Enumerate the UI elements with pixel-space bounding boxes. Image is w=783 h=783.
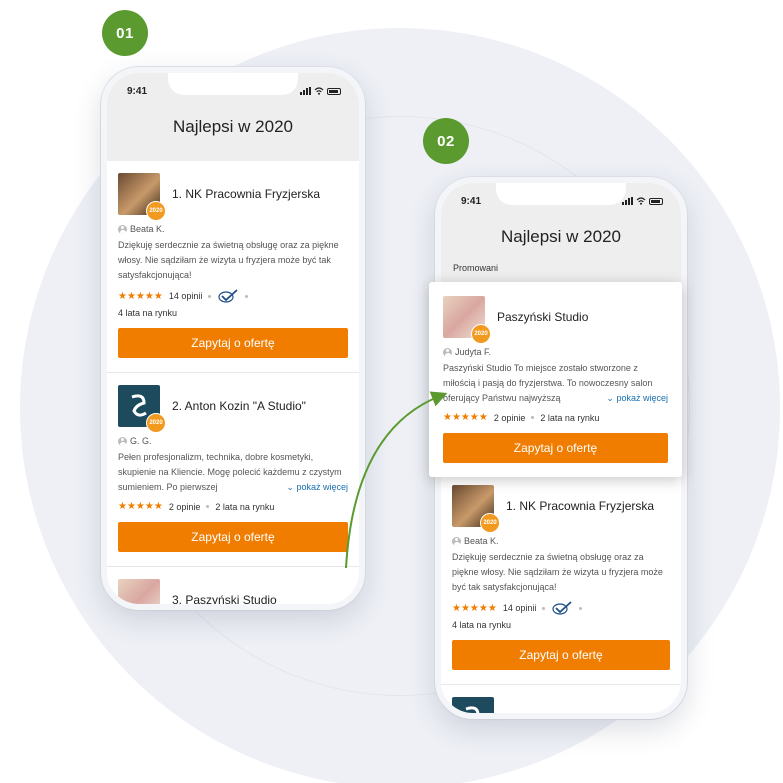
salon-name[interactable]: 2. Anton Kozin "A Studio": [172, 399, 306, 413]
salon-name[interactable]: 2. Anton Kozin "A Studio": [506, 711, 640, 713]
medal-2020-icon: 2020: [146, 413, 166, 433]
salon-name[interactable]: 1. NK Pracownia Fryzjerska: [172, 187, 320, 201]
medal-2020-icon: 2020: [480, 513, 500, 533]
years-on-market: 2 lata na rynku: [540, 412, 600, 423]
signal-icon: [300, 87, 311, 95]
status-icons: [622, 197, 663, 205]
page-title: Najlepsi w 2020: [500, 227, 621, 246]
separator-dot: [245, 294, 249, 298]
status-bar: 9:41: [107, 73, 359, 103]
status-bar: 9:41: [441, 183, 681, 213]
show-more-link[interactable]: ⌄ pokaż więcej: [584, 391, 668, 406]
signal-icon: [622, 197, 633, 205]
salon-name[interactable]: 3. Paszyński Studio: [172, 593, 277, 604]
chevron-down-icon: ⌄: [606, 393, 617, 403]
salon-thumbnail: 2020: [118, 385, 166, 433]
rating-row: ★★★★★ 2 opinie 2 lata na rynku: [118, 501, 348, 512]
wifi-icon: [636, 197, 646, 205]
marketing-illustration: 01 02 9:41 Najlepsi w 2020 2020 1. NK Pr…: [0, 0, 783, 783]
chevron-down-icon: ⌄: [286, 482, 297, 492]
star-icon: ★★★★★: [443, 412, 488, 423]
user-icon: [118, 436, 127, 446]
years-on-market: 2 lata na rynku: [215, 501, 275, 512]
review-author: Beata K.: [118, 224, 348, 234]
review-text: Dziękuję serdecznie za świetną obsługę o…: [118, 240, 339, 280]
medal-2020-icon: 2020: [146, 201, 166, 221]
user-icon: [452, 536, 461, 546]
status-time: 9:41: [461, 195, 482, 207]
status-icons: [300, 87, 341, 95]
phone-left: 9:41 Najlepsi w 2020 2020 1. NK Pracowni…: [101, 67, 365, 610]
rating-row: ★★★★★ 14 opinii: [452, 601, 670, 615]
separator-dot: [531, 416, 535, 419]
reviews-count: 14 opinii: [502, 603, 537, 613]
verified-check-icon: [218, 289, 238, 303]
user-icon: [443, 347, 452, 357]
list-item[interactable]: 2020 1. NK Pracownia Fryzjerska Beata K.…: [441, 473, 681, 685]
promoted-card[interactable]: 2020 Paszyński Studio Judyta F. Paszyńsk…: [429, 282, 682, 477]
rating-row: ★★★★★ 14 opinii: [118, 289, 348, 303]
years-on-market: 4 lata na rynku: [118, 308, 178, 318]
battery-icon: [327, 87, 341, 95]
separator-dot: [208, 294, 212, 298]
separator-dot: [579, 606, 583, 610]
separator-dot: [206, 505, 210, 508]
show-more-link[interactable]: ⌄ pokaż więcej: [264, 480, 348, 495]
promoted-label: Promowani: [453, 263, 499, 273]
salon-thumbnail: 2020: [118, 579, 160, 604]
review-author: Judyta F.: [443, 347, 668, 357]
star-icon: ★★★★★: [118, 290, 163, 302]
ask-offer-button[interactable]: Zapytaj o ofertę: [118, 522, 348, 552]
salon-name[interactable]: 1. NK Pracownia Fryzjerska: [506, 499, 654, 513]
reviews-count: 2 opinie: [168, 501, 201, 512]
wifi-icon: [314, 87, 324, 95]
salon-name[interactable]: Paszyński Studio: [497, 310, 588, 324]
years-on-market: 4 lata na rynku: [452, 620, 512, 630]
medal-2020-icon: 2020: [146, 607, 166, 610]
list-item[interactable]: 2020 2. Anton Kozin "A Studio": [441, 685, 681, 713]
status-time: 9:41: [127, 85, 148, 97]
salon-thumbnail: 2020: [443, 296, 491, 344]
reviews-count: 2 opinie: [493, 412, 526, 423]
ask-offer-button[interactable]: Zapytaj o ofertę: [452, 640, 670, 670]
ask-offer-button[interactable]: Zapytaj o ofertę: [118, 328, 348, 358]
separator-dot: [542, 606, 546, 610]
salon-thumbnail: 2020: [452, 485, 500, 533]
ask-offer-button[interactable]: Zapytaj o ofertę: [443, 433, 668, 463]
list-item[interactable]: 2020 2. Anton Kozin "A Studio" G. G. Peł…: [107, 373, 359, 567]
medal-2020-icon: 2020: [471, 324, 491, 344]
list-item[interactable]: 2020 1. NK Pracownia Fryzjerska Beata K.…: [107, 161, 359, 373]
battery-icon: [649, 197, 663, 205]
rating-row: ★★★★★ 2 opinie 2 lata na rynku: [443, 412, 668, 423]
review-text: Dziękuję serdecznie za świetną obsługę o…: [452, 552, 663, 592]
step-badge-02: 02: [423, 118, 469, 164]
salon-thumbnail: 2020: [452, 697, 494, 713]
verified-check-icon: [552, 601, 572, 615]
review-author: G. G.: [118, 436, 348, 446]
salon-thumbnail: 2020: [118, 173, 166, 221]
step-badge-01: 01: [102, 10, 148, 56]
user-icon: [118, 224, 127, 234]
reviews-count: 14 opinii: [168, 291, 203, 301]
star-icon: ★★★★★: [118, 501, 163, 512]
star-icon: ★★★★★: [452, 602, 497, 614]
a-studio-logo-icon: [465, 706, 480, 713]
review-author: Beata K.: [452, 536, 670, 546]
list-item[interactable]: 2020 3. Paszyński Studio: [107, 567, 359, 604]
